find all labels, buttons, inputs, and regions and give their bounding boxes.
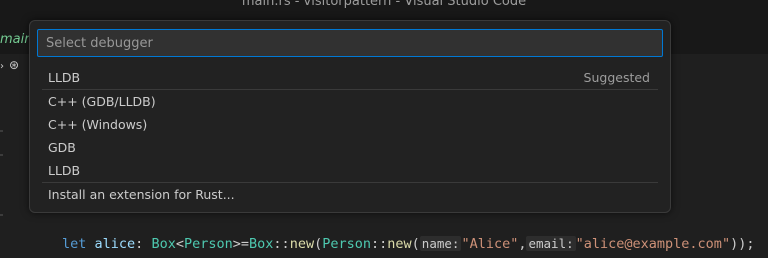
code-sep: :: (371, 236, 388, 252)
list-item-lldb-suggested[interactable]: LLDB Suggested (30, 66, 670, 89)
code-paren: ( (411, 236, 420, 252)
code-line[interactable]: let alice: Box<Person>=Box::new(Person::… (62, 236, 754, 252)
fn-new: new (387, 236, 412, 252)
string-email: "alice@example.com" (575, 236, 731, 252)
code-paren: ( (314, 236, 323, 252)
debugger-search-input[interactable] (37, 29, 663, 57)
window-title: main.rs - visitorpattern - Visual Studio… (241, 0, 527, 9)
rust-icon: ⊛ (9, 58, 20, 72)
list-item-cpp-gdb-lldb[interactable]: C++ (GDB/LLDB) (30, 90, 670, 113)
suggested-label: Suggested (583, 70, 650, 85)
keyword-let: let (62, 236, 87, 252)
gutter-marker (0, 130, 3, 132)
fn-new: new (289, 236, 315, 252)
code-colon: : (135, 236, 144, 252)
list-item-install-extension[interactable]: Install an extension for Rust... (30, 183, 670, 206)
gutter-marker (0, 154, 3, 156)
code-gt-eq: >= (232, 236, 250, 252)
code-close: )); (730, 236, 755, 252)
type-person: Person (183, 236, 233, 252)
gutter-marker (0, 214, 3, 216)
string-alice: "Alice" (461, 236, 519, 252)
box-ref: Box (249, 236, 274, 252)
list-item-label: C++ (GDB/LLDB) (48, 94, 156, 109)
list-item-label: LLDB (48, 70, 81, 85)
list-item-cpp-windows[interactable]: C++ (Windows) (30, 113, 670, 136)
list-item-gdb[interactable]: GDB (30, 136, 670, 159)
inlay-hint-name: name: (419, 236, 462, 251)
list-item-label: LLDB (48, 163, 81, 178)
title-bar: main.rs - visitorpattern - Visual Studio… (0, 0, 768, 14)
chevron-right-icon[interactable]: › (0, 61, 4, 72)
type-box: Box (151, 236, 176, 252)
inlay-hint-email: email: (526, 236, 576, 251)
list-item-label: C++ (Windows) (48, 117, 148, 132)
list-item-lldb[interactable]: LLDB (30, 159, 670, 182)
code-sep: :: (273, 236, 290, 252)
list-item-label: GDB (48, 140, 76, 155)
code-lt: < (175, 236, 184, 252)
debugger-quick-pick: LLDB Suggested C++ (GDB/LLDB) C++ (Windo… (29, 20, 671, 213)
list-item-label: Install an extension for Rust... (48, 187, 235, 202)
debugger-list: LLDB Suggested C++ (GDB/LLDB) C++ (Windo… (30, 66, 670, 206)
person-ref: Person (322, 236, 371, 252)
variable-alice: alice (94, 236, 136, 252)
